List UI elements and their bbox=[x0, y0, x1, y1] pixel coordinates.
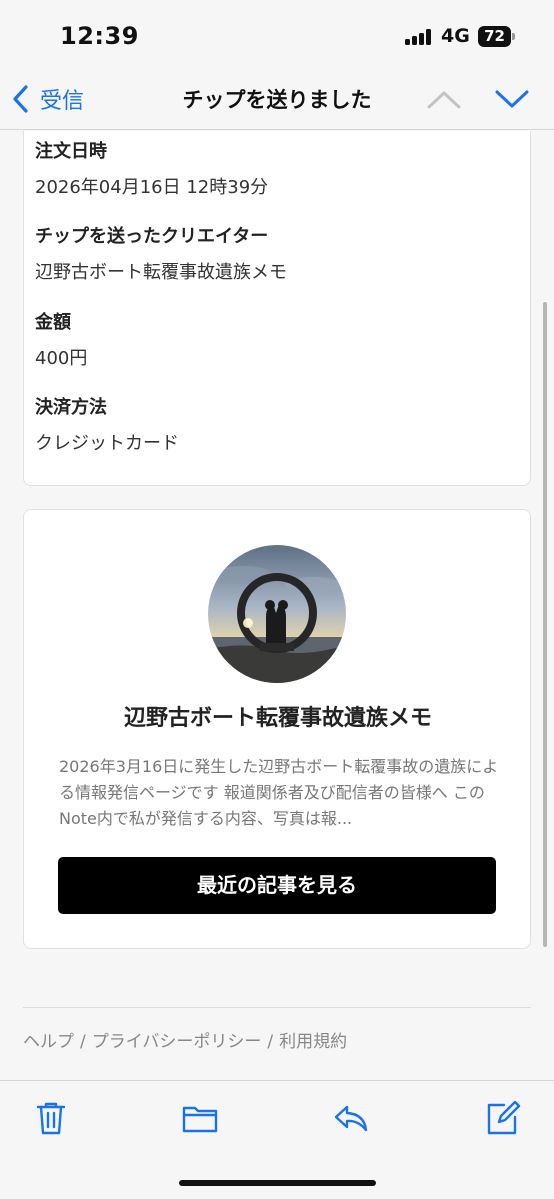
field-value: 辺野古ボート転覆事故遺族メモ bbox=[35, 262, 287, 283]
field-label: 金額 bbox=[35, 312, 71, 333]
detail-creator: チップを送ったクリエイター 辺野古ボート転覆事故遺族メモ bbox=[35, 222, 287, 284]
network-label: 4G bbox=[441, 25, 470, 47]
privacy-policy-link[interactable]: プライバシーポリシー bbox=[92, 1032, 262, 1052]
compose-icon[interactable] bbox=[484, 1099, 522, 1137]
creator-name: 辺野古ボート転覆事故遺族メモ bbox=[123, 706, 432, 731]
signal-icon bbox=[405, 29, 433, 45]
detail-payment-method: 決済方法 クレジットカード bbox=[35, 393, 179, 455]
reply-icon[interactable] bbox=[332, 1099, 370, 1137]
detail-amount: 金額 400円 bbox=[35, 308, 87, 370]
status-time: 12:39 bbox=[60, 22, 139, 50]
footer-links: ヘルプ / プライバシーポリシー / 利用規約 bbox=[23, 1027, 347, 1052]
mail-screen: 12:39 4G 72 受信 チップを送りました 注文日時 2026年04月16… bbox=[0, 0, 554, 1199]
back-button[interactable]: 受信 bbox=[10, 82, 84, 116]
separator: / bbox=[267, 1032, 274, 1052]
battery-level: 72 bbox=[478, 26, 511, 47]
field-value: 400円 bbox=[35, 348, 88, 369]
terms-link[interactable]: 利用規約 bbox=[279, 1032, 347, 1052]
field-value: 2026年04月16日 12時39分 bbox=[35, 177, 269, 198]
separator: / bbox=[80, 1032, 86, 1052]
divider bbox=[23, 1007, 531, 1008]
help-link[interactable]: ヘルプ bbox=[23, 1032, 74, 1052]
home-indicator bbox=[179, 1180, 376, 1186]
back-label: 受信 bbox=[40, 89, 85, 114]
creator-card: 辺野古ボート転覆事故遺族メモ 2026年3月16日に発生した辺野古ボート転覆事故… bbox=[23, 509, 531, 949]
creator-description: 2026年3月16日に発生した辺野古ボート転覆事故の遺族による情報発信ページです… bbox=[59, 757, 499, 828]
chevron-down-icon[interactable] bbox=[492, 84, 532, 114]
chevron-left-icon bbox=[13, 85, 28, 113]
scrollbar[interactable] bbox=[543, 302, 547, 947]
mail-content[interactable]: 注文日時 2026年04月16日 12時39分 チップを送ったクリエイター 辺野… bbox=[0, 131, 554, 1080]
trash-icon[interactable] bbox=[32, 1099, 70, 1137]
status-bar: 12:39 4G 72 bbox=[0, 0, 554, 70]
view-recent-articles-button[interactable]: 最近の記事を見る bbox=[58, 857, 496, 914]
field-value: クレジットカード bbox=[35, 433, 179, 454]
battery-icon: 72 bbox=[478, 26, 516, 47]
field-label: 注文日時 bbox=[35, 141, 107, 162]
avatar[interactable] bbox=[208, 545, 346, 683]
nav-bar: 受信 チップを送りました bbox=[0, 70, 554, 130]
chevron-up-icon[interactable] bbox=[424, 84, 464, 114]
avatar-image bbox=[208, 545, 346, 683]
detail-order-date: 注文日時 2026年04月16日 12時39分 bbox=[35, 137, 268, 199]
folder-icon[interactable] bbox=[181, 1099, 219, 1137]
field-label: 決済方法 bbox=[35, 397, 107, 418]
field-label: チップを送ったクリエイター bbox=[35, 226, 269, 247]
